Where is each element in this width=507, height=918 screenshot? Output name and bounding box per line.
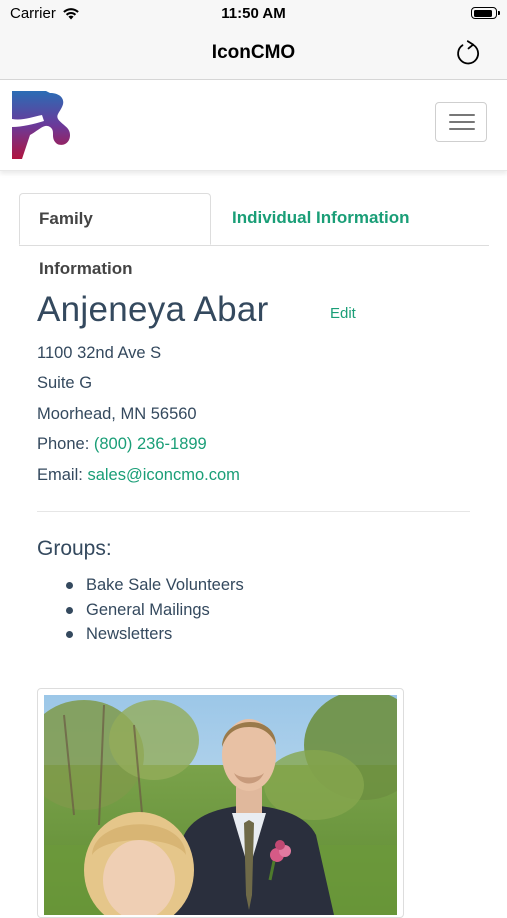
status-time: 11:50 AM [221, 5, 286, 22]
email-label: Email: [37, 466, 83, 484]
navigation-bar: IconCMO [0, 28, 507, 80]
site-header [0, 80, 507, 171]
tab-individual-information[interactable]: Individual Information [213, 193, 429, 245]
address-line-1: 1100 32nd Ave S [37, 344, 162, 362]
tab-family-information[interactable]: Family Information [19, 193, 211, 278]
menu-toggle-button[interactable] [435, 102, 487, 142]
iconcmo-logo-icon[interactable] [12, 91, 80, 159]
app-title: IconCMO [211, 42, 296, 63]
email-link[interactable]: sales@iconcmo.com [87, 466, 239, 484]
list-item: General Mailings [62, 599, 244, 624]
battery-level [473, 9, 493, 17]
section-divider [37, 511, 470, 512]
groups-list: Bake Sale Volunteers General Mailings Ne… [62, 574, 244, 648]
list-item: Bake Sale Volunteers [62, 574, 244, 599]
email-row: Email: sales@iconcmo.com [37, 466, 240, 485]
edit-link[interactable]: Edit [330, 305, 356, 322]
city-state-zip: Moorhead, MN 56560 [37, 405, 197, 423]
refresh-button[interactable] [453, 38, 483, 68]
phone-row: Phone: (800) 236-1899 [37, 435, 207, 454]
groups-heading: Groups: [37, 537, 112, 560]
battery-icon [471, 7, 500, 19]
family-photo [44, 695, 397, 915]
family-name: Anjeneya Abar [37, 290, 269, 329]
phone-label: Phone: [37, 435, 90, 453]
info-tabs: Family Information Individual Informatio… [19, 193, 489, 278]
family-photo-frame [37, 688, 404, 918]
status-bar: Carrier 11:50 AM [0, 0, 507, 28]
address-line-2: Suite G [37, 374, 93, 392]
phone-link[interactable]: (800) 236-1899 [94, 435, 207, 453]
refresh-icon [457, 40, 479, 65]
list-item: Newsletters [62, 623, 244, 648]
